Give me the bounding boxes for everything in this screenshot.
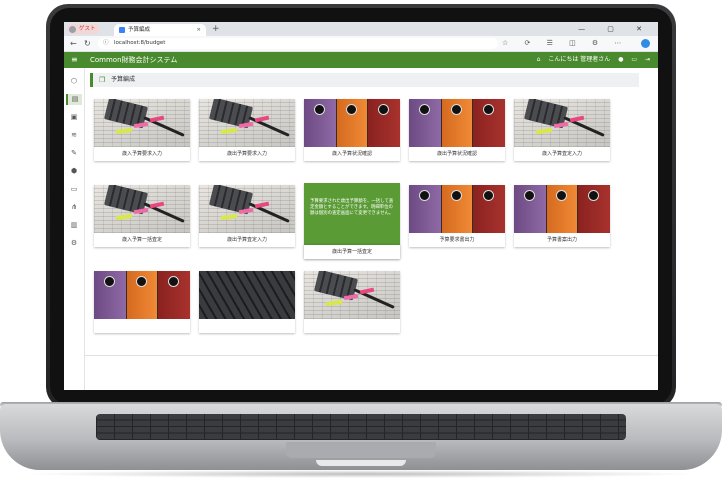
card-label: 歳入予算要求入力 [121, 151, 162, 157]
home-icon[interactable]: ⌂ [537, 56, 541, 63]
card-label: 予算要求書出力 [439, 237, 475, 243]
card-image-binders [514, 185, 610, 233]
card-image-binders [304, 99, 400, 147]
menu-card[interactable] [304, 271, 400, 333]
menu-card[interactable]: 歳出予算要求入力 [199, 99, 295, 161]
profile-chip[interactable]: ゲスト [67, 24, 100, 34]
browser-tab-bar: ゲスト 予算編成 × + — ▢ ✕ [64, 22, 658, 36]
card-hover-panel: 予算要求された歳出予算額を、一括して査定金額とすることができます。明細単位の額は… [304, 183, 400, 245]
card-image-keyboard [199, 271, 295, 319]
menu-card[interactable] [94, 271, 190, 333]
menu-card[interactable]: 歳入予算状況確認 [304, 99, 400, 161]
card-label: 歳出予算査定入力 [226, 237, 267, 243]
sidebar: ⬡ ▤ ▣ ≋ ✎ ⬢ ▭ ⋔ ▥ ⚙ [64, 68, 85, 390]
menu-card[interactable]: 歳入予算要求入力 [94, 99, 190, 161]
laptop-trackpad [286, 442, 436, 458]
breadcrumb-title: 予算編成 [111, 76, 136, 83]
card-image-calculator [304, 271, 400, 319]
card-label: 歳出予算状況確認 [436, 151, 477, 157]
breadcrumb: ❐ 予算編成 [90, 73, 639, 87]
browser-toolbar-icons[interactable]: ☆ ⟳ ☰ ◫ ⚙ ⋯ [502, 36, 628, 51]
sidebar-settings-icon[interactable]: ⚙ [68, 238, 80, 249]
laptop-front-notch [316, 460, 406, 466]
laptop-shadow [20, 470, 702, 478]
folder-icon[interactable]: ▭ [631, 56, 637, 63]
content-divider [84, 355, 658, 356]
refresh-button[interactable]: ↻ [84, 36, 91, 51]
card-image-calculator [94, 185, 190, 233]
profile-label: ゲスト [79, 26, 96, 32]
sidebar-ledger-icon[interactable]: ▣ [68, 112, 80, 123]
sidebar-box-icon[interactable]: ⬢ [68, 166, 80, 177]
url-text: localhost:8/budget [114, 40, 166, 46]
sidebar-tree-icon[interactable]: ⋔ [68, 202, 80, 213]
card-image-calculator [94, 99, 190, 147]
tab-title: 予算編成 [128, 27, 151, 33]
header-right: ⌂ こんにちは 管理者さん ● ▭ ⇥ [531, 52, 650, 68]
card-label: 歳入予算状況確認 [331, 151, 372, 157]
greeting-text: こんにちは 管理者さん [548, 56, 611, 63]
sidebar-stack-icon[interactable]: ≋ [68, 130, 80, 141]
sidebar-card-icon[interactable]: ▭ [68, 184, 80, 195]
menu-card[interactable]: 予算要求書出力 [409, 185, 505, 247]
browser-avatar-icon[interactable] [641, 39, 650, 48]
back-button[interactable]: ← [70, 36, 77, 51]
menu-card[interactable]: 歳出予算状況確認 [409, 99, 505, 161]
sidebar-chart-icon[interactable]: ▥ [68, 220, 80, 231]
user-icon[interactable]: ● [618, 56, 623, 63]
window-controls[interactable]: — ▢ ✕ [578, 22, 652, 36]
app-title: Common財務会計システム [90, 56, 178, 64]
copy-icon: ❐ [99, 76, 106, 84]
logout-icon[interactable]: ⇥ [645, 56, 650, 63]
sidebar-budget-icon[interactable]: ▤ [66, 94, 82, 105]
tab-close-icon[interactable]: × [196, 24, 201, 36]
card-label: 歳出予算要求入力 [226, 151, 267, 157]
new-tab-button[interactable]: + [212, 22, 220, 36]
card-label: 歳入予算一括査定 [121, 237, 162, 243]
sidebar-edit-icon[interactable]: ✎ [68, 148, 80, 159]
sidebar-cube-icon[interactable]: ⬡ [68, 76, 80, 87]
favicon-icon [119, 27, 125, 33]
card-image-binders [409, 185, 505, 233]
card-image-binders [409, 99, 505, 147]
info-icon: ⓘ [103, 40, 109, 46]
card-image-calculator [199, 99, 295, 147]
app-header: ≡ Common財務会計システム ⌂ こんにちは 管理者さん ● ▭ ⇥ [64, 52, 658, 68]
card-label: 予算書案出力 [546, 237, 577, 243]
card-image-binders [94, 271, 190, 319]
menu-card[interactable]: 歳入予算査定入力 [514, 99, 610, 161]
profile-icon [69, 26, 76, 33]
laptop-keyboard [96, 414, 626, 440]
url-field[interactable]: ⓘ localhost:8/budget [98, 38, 498, 49]
browser-tab[interactable]: 予算編成 × [114, 24, 206, 36]
menu-card[interactable]: 歳入予算一括査定 [94, 185, 190, 247]
address-bar-row: ← ↻ ⓘ localhost:8/budget ☆ ⟳ ☰ ◫ ⚙ ⋯ [64, 36, 658, 52]
menu-icon[interactable]: ≡ [71, 52, 78, 68]
card-image-calculator [199, 185, 295, 233]
menu-card[interactable]: 歳出予算査定入力 [199, 185, 295, 247]
card-label: 歳入予算査定入力 [541, 151, 582, 157]
card-label: 歳出予算一括査定 [304, 245, 400, 259]
card-image-calculator [514, 99, 610, 147]
menu-card[interactable]: 予算書案出力 [514, 185, 610, 247]
laptop-screen: ゲスト 予算編成 × + — ▢ ✕ ← ↻ ⓘ localhost:8/bud… [64, 22, 658, 390]
card-description: 予算要求された歳出予算額を、一括して査定金額とすることができます。明細単位の額は… [310, 199, 394, 216]
menu-card-hovered[interactable]: 予算要求された歳出予算額を、一括して査定金額とすることができます。明細単位の額は… [304, 183, 400, 259]
menu-card[interactable] [199, 271, 295, 333]
